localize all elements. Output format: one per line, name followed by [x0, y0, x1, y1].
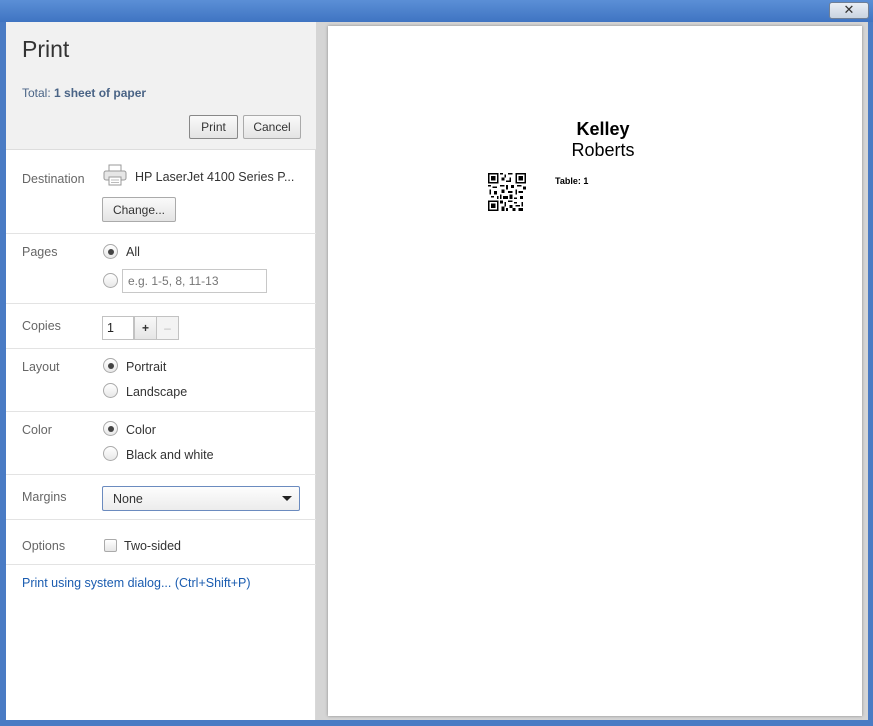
- print-preview-window: Print Total: 1 sheet of paper Print Canc…: [6, 22, 868, 720]
- print-header: Print Total: 1 sheet of paper Print Canc…: [6, 22, 316, 150]
- preview-first-name: Kelley: [576, 119, 630, 139]
- color-section: Color Color Black and white: [6, 412, 316, 475]
- two-sided-checkbox[interactable]: [104, 539, 117, 552]
- window-close-button[interactable]: ✕: [829, 2, 869, 19]
- color-color-radio[interactable]: [103, 421, 118, 436]
- color-bw-radio[interactable]: [103, 446, 118, 461]
- layout-landscape-radio[interactable]: [103, 383, 118, 398]
- pages-label: Pages: [22, 245, 58, 259]
- destination-section: Destination HP LaserJet 4100 Series P...…: [6, 150, 316, 234]
- close-icon: ✕: [843, 3, 855, 18]
- two-sided-label[interactable]: Two-sided: [124, 539, 181, 553]
- margins-select[interactable]: None: [102, 486, 300, 511]
- layout-section: Layout Portrait Landscape: [6, 349, 316, 412]
- window-bottom-frame: [0, 720, 873, 726]
- layout-portrait-radio[interactable]: [103, 358, 118, 373]
- copies-decrement-button[interactable]: –: [156, 316, 179, 340]
- print-settings-sidebar: Print Total: 1 sheet of paper Print Canc…: [6, 22, 316, 720]
- cancel-button[interactable]: Cancel: [243, 115, 301, 139]
- pages-range-radio[interactable]: [103, 273, 118, 288]
- print-button[interactable]: Print: [189, 115, 238, 139]
- layout-portrait-label[interactable]: Portrait: [126, 360, 166, 374]
- chevron-down-icon: [282, 496, 292, 501]
- total-value: 1 sheet of paper: [54, 86, 147, 100]
- margins-section: Margins None: [6, 475, 316, 520]
- margins-label: Margins: [22, 490, 67, 504]
- system-dialog-link[interactable]: Print using system dialog... (Ctrl+Shift…: [22, 576, 251, 590]
- total-prefix: Total:: [22, 86, 55, 100]
- copies-input[interactable]: 1: [102, 316, 134, 340]
- color-color-label[interactable]: Color: [126, 423, 156, 437]
- page-title: Print: [22, 36, 70, 62]
- preview-page: Kelley Roberts Table: 1: [328, 26, 862, 716]
- print-preview-area: Kelley Roberts Table: 1: [316, 22, 868, 720]
- margins-selected-value: None: [113, 492, 143, 506]
- copies-section: Copies 1 + –: [6, 304, 316, 349]
- preview-last-name: Roberts: [571, 140, 635, 160]
- total-summary: Total: 1 sheet of paper: [22, 86, 146, 100]
- color-bw-label[interactable]: Black and white: [126, 448, 214, 462]
- layout-landscape-label[interactable]: Landscape: [126, 385, 187, 399]
- qr-code-icon: [488, 173, 526, 211]
- options-label: Options: [22, 539, 66, 553]
- preview-table-label: Table: 1: [555, 176, 589, 186]
- pages-section: Pages All: [6, 234, 316, 304]
- pages-range-input[interactable]: [122, 269, 267, 293]
- window-titlebar: ✕: [0, 0, 873, 22]
- layout-label: Layout: [22, 360, 60, 374]
- copies-increment-button[interactable]: +: [134, 316, 157, 340]
- destination-label: Destination: [22, 172, 85, 186]
- pages-all-label[interactable]: All: [126, 245, 140, 259]
- destination-printer-name: HP LaserJet 4100 Series P...: [135, 170, 295, 184]
- options-section: Options Two-sided: [6, 520, 316, 565]
- change-destination-button[interactable]: Change...: [102, 197, 176, 222]
- copies-label: Copies: [22, 319, 61, 333]
- printer-icon: [103, 164, 127, 186]
- color-label: Color: [22, 423, 52, 437]
- pages-all-radio[interactable]: [103, 244, 118, 259]
